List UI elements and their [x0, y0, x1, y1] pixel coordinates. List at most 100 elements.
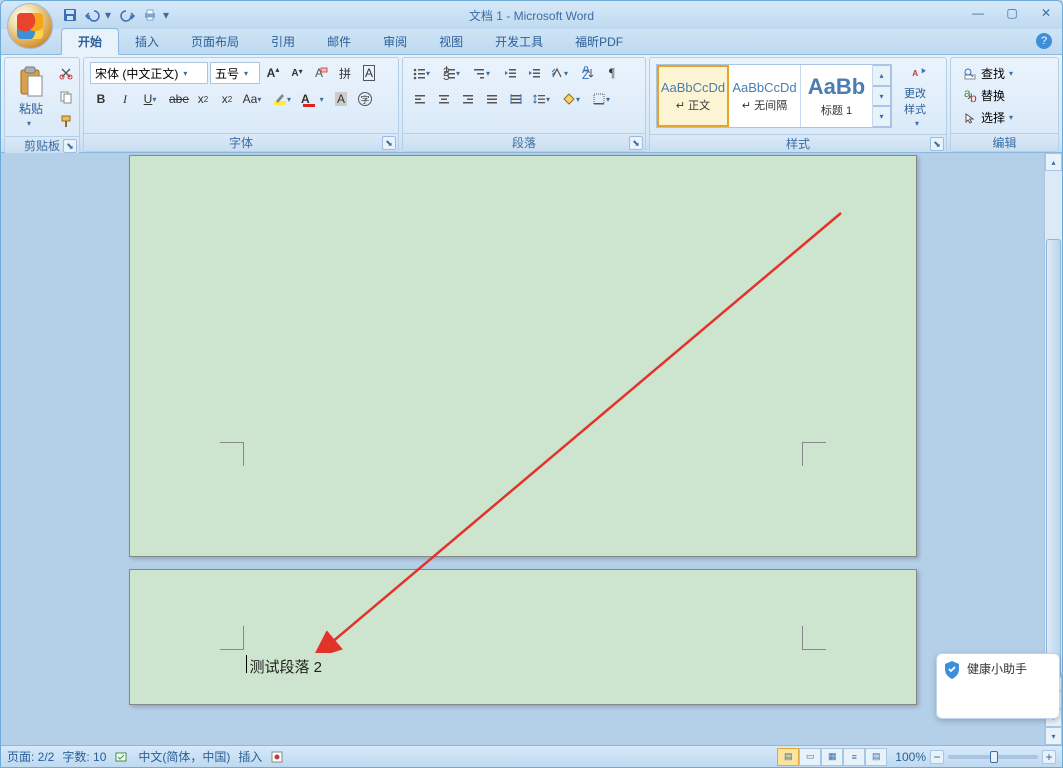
- copy-button[interactable]: [55, 86, 77, 108]
- margin-marker: [802, 626, 826, 650]
- character-border-button[interactable]: A: [358, 62, 380, 84]
- maximize-button[interactable]: ▢: [1002, 5, 1022, 21]
- find-button[interactable]: 查找▾: [959, 64, 1021, 84]
- view-web-layout[interactable]: ▦: [821, 748, 843, 766]
- shrink-font-button[interactable]: A▾: [286, 62, 308, 84]
- subscript-button[interactable]: x2: [192, 88, 214, 110]
- asian-layout-button[interactable]: ▾: [547, 62, 575, 84]
- redo-icon[interactable]: [119, 6, 137, 24]
- status-word-count[interactable]: 字数: 10: [62, 748, 106, 765]
- align-left-button[interactable]: [409, 88, 431, 110]
- clear-formatting-button[interactable]: A: [310, 62, 332, 84]
- style-gallery-expand[interactable]: ▾: [873, 106, 891, 127]
- style-heading-1[interactable]: AaBb 标题 1: [801, 65, 873, 127]
- superscript-button[interactable]: x2: [216, 88, 238, 110]
- tab-foxit-pdf[interactable]: 福昕PDF: [559, 29, 639, 54]
- tab-mailings[interactable]: 邮件: [311, 29, 367, 54]
- decrease-indent-button[interactable]: [499, 62, 521, 84]
- shading-button[interactable]: ▾: [559, 88, 587, 110]
- replace-button[interactable]: ab 替换: [959, 86, 1021, 106]
- zoom-in-button[interactable]: +: [1042, 750, 1056, 764]
- minimize-button[interactable]: —: [968, 5, 988, 21]
- select-button[interactable]: 选择▾: [959, 108, 1021, 128]
- zoom-control: 100% − +: [895, 750, 1056, 764]
- undo-icon[interactable]: [83, 6, 101, 24]
- save-icon[interactable]: [61, 6, 79, 24]
- view-full-screen[interactable]: ▭: [799, 748, 821, 766]
- tab-insert[interactable]: 插入: [119, 29, 175, 54]
- tab-references[interactable]: 引用: [255, 29, 311, 54]
- status-insert-mode[interactable]: 插入: [238, 748, 262, 765]
- distributed-button[interactable]: [505, 88, 527, 110]
- view-draft[interactable]: ▤: [865, 748, 887, 766]
- increase-indent-button[interactable]: [523, 62, 545, 84]
- paragraph-launcher[interactable]: ⬊: [629, 136, 643, 150]
- format-painter-button[interactable]: [55, 110, 77, 132]
- align-center-button[interactable]: [433, 88, 455, 110]
- style-no-spacing[interactable]: AaBbCcDd ↵ 无间隔: [729, 65, 801, 127]
- style-scroll-up[interactable]: ▴: [873, 65, 891, 86]
- font-size-combo[interactable]: 五号▾: [210, 62, 260, 84]
- change-styles-button[interactable]: A 更改样式 ▾: [898, 62, 940, 130]
- borders-button[interactable]: ▾: [589, 88, 617, 110]
- tab-view[interactable]: 视图: [423, 29, 479, 54]
- font-family-combo[interactable]: 宋体 (中文正文)▾: [90, 62, 208, 84]
- multilevel-list-button[interactable]: ▾: [469, 62, 497, 84]
- font-launcher[interactable]: ⬊: [382, 136, 396, 150]
- browse-object-next[interactable]: ▾: [1045, 727, 1062, 745]
- tab-developer[interactable]: 开发工具: [479, 29, 559, 54]
- qat-customize-dropdown[interactable]: ▾: [163, 8, 173, 22]
- health-assistant-label: 健康小助手: [967, 660, 1027, 677]
- tab-review[interactable]: 审阅: [367, 29, 423, 54]
- cut-button[interactable]: [55, 62, 77, 84]
- page-2[interactable]: 测试段落 2: [129, 569, 917, 705]
- sort-button[interactable]: AZ: [577, 62, 599, 84]
- change-case-button[interactable]: Aa▾: [240, 88, 268, 110]
- health-assistant-popup[interactable]: 健康小助手: [936, 653, 1060, 719]
- tab-home[interactable]: 开始: [61, 28, 119, 55]
- align-right-button[interactable]: [457, 88, 479, 110]
- zoom-percent[interactable]: 100%: [895, 750, 926, 764]
- bold-button[interactable]: B: [90, 88, 112, 110]
- tab-page-layout[interactable]: 页面布局: [175, 29, 255, 54]
- phonetic-guide-button[interactable]: 拼: [334, 62, 356, 84]
- grow-font-button[interactable]: A▴: [262, 62, 284, 84]
- page-1[interactable]: [129, 155, 917, 557]
- scroll-up-button[interactable]: ▴: [1045, 153, 1062, 171]
- zoom-slider[interactable]: [948, 755, 1038, 759]
- zoom-slider-knob[interactable]: [990, 751, 998, 763]
- paste-button[interactable]: 粘贴 ▾: [11, 63, 51, 131]
- font-color-button[interactable]: A▾: [300, 88, 328, 110]
- status-page[interactable]: 页面: 2/2: [7, 748, 54, 765]
- strikethrough-button[interactable]: abe: [168, 88, 190, 110]
- status-proofing[interactable]: [114, 750, 130, 764]
- quick-print-icon[interactable]: [141, 6, 159, 24]
- styles-launcher[interactable]: ⬊: [930, 137, 944, 151]
- underline-button[interactable]: U▾: [138, 88, 166, 110]
- highlight-button[interactable]: ▾: [270, 88, 298, 110]
- character-shading-button[interactable]: A: [330, 88, 352, 110]
- scroll-track[interactable]: [1045, 171, 1062, 673]
- document-scroll[interactable]: 测试段落 2: [1, 153, 1044, 745]
- style-scroll-down[interactable]: ▾: [873, 86, 891, 107]
- status-language[interactable]: 中文(简体，中国): [138, 748, 230, 765]
- undo-dropdown[interactable]: ▾: [105, 8, 115, 22]
- status-macro[interactable]: [270, 750, 284, 764]
- show-hide-marks-button[interactable]: ¶: [601, 62, 623, 84]
- zoom-out-button[interactable]: −: [930, 750, 944, 764]
- bullets-button[interactable]: ▾: [409, 62, 437, 84]
- italic-button[interactable]: I: [114, 88, 136, 110]
- style-normal[interactable]: AaBbCcDd ↵ 正文: [657, 65, 729, 127]
- help-button[interactable]: ?: [1036, 33, 1052, 49]
- clipboard-launcher[interactable]: ⬊: [63, 139, 77, 153]
- office-button[interactable]: [7, 3, 53, 49]
- enclose-characters-button[interactable]: 字: [354, 88, 376, 110]
- line-spacing-button[interactable]: ▾: [529, 88, 557, 110]
- style-preview: AaBbCcDd: [732, 80, 796, 95]
- close-button[interactable]: ✕: [1036, 5, 1056, 21]
- justify-button[interactable]: [481, 88, 503, 110]
- scroll-thumb[interactable]: [1046, 239, 1061, 679]
- numbering-button[interactable]: 123▾: [439, 62, 467, 84]
- view-outline[interactable]: ≡: [843, 748, 865, 766]
- view-print-layout[interactable]: ▤: [777, 748, 799, 766]
